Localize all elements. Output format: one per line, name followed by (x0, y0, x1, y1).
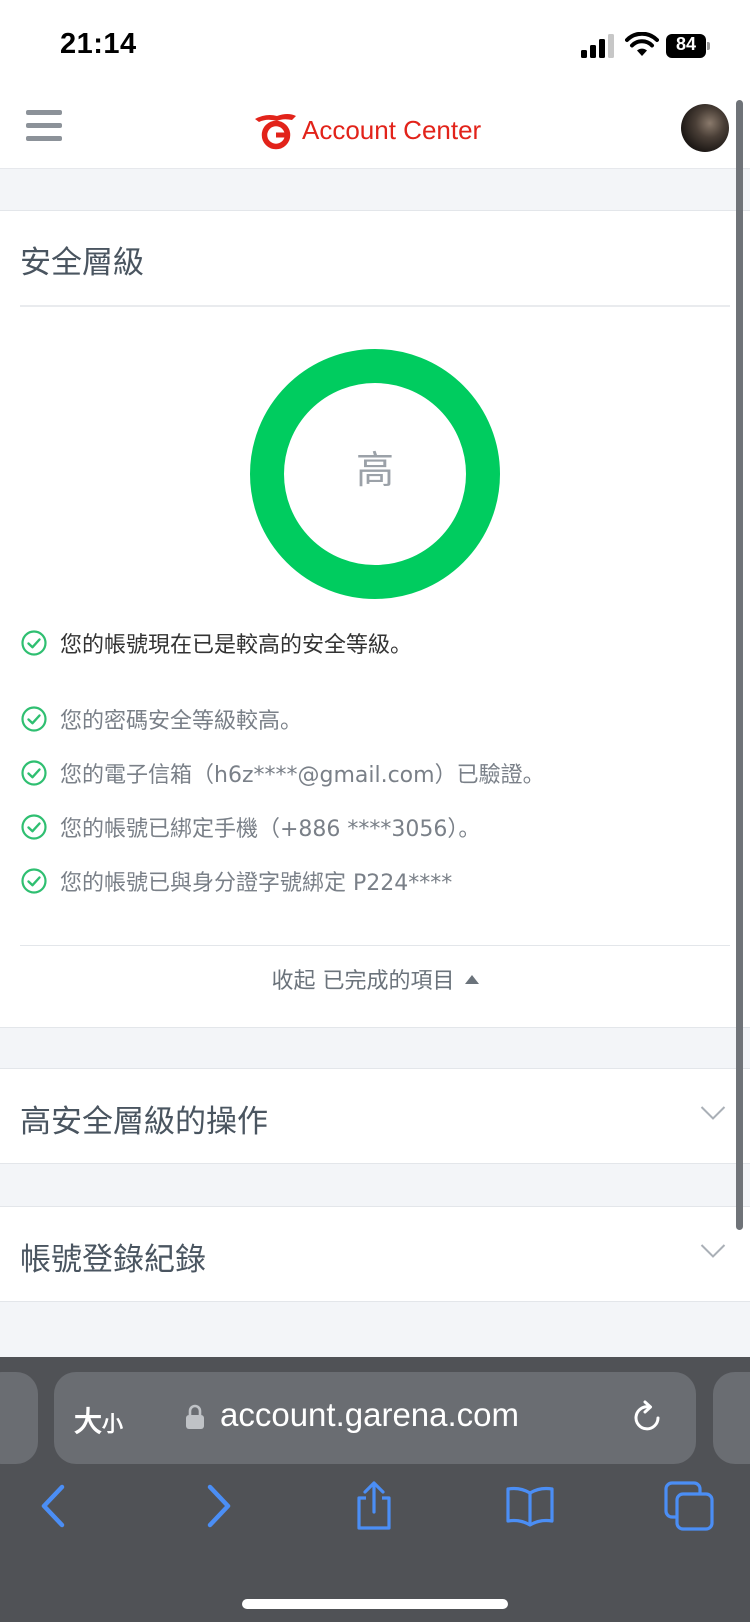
text-size-button[interactable]: 大小 (74, 1400, 123, 1440)
brand[interactable]: Account Center (252, 110, 481, 150)
menu-button[interactable] (26, 110, 62, 144)
security-summary: 您的帳號現在已是較高的安全等級。 (20, 627, 412, 659)
divider (20, 945, 730, 946)
brand-title: Account Center (302, 114, 482, 145)
check-circle-icon (21, 814, 47, 840)
garena-logo-icon (255, 114, 296, 150)
text-size-small: 小 (102, 1412, 124, 1436)
check-item-text: 您的帳號已與身分證字號綁定 P224**** (60, 871, 453, 896)
check-circle-icon (21, 630, 47, 656)
collapse-completed-button[interactable]: 收起 已完成的項目 (0, 963, 750, 995)
check-item-text: 您的電子信箱（h6z****@gmail.com）已驗證。 (60, 763, 545, 788)
check-item: 您的帳號已與身分證字號綁定 P224**** (20, 865, 452, 897)
status-time: 21:14 (60, 28, 137, 60)
address-bar[interactable]: 大小 account.garena.com (54, 1372, 696, 1464)
login-records-section[interactable]: 帳號登錄紀錄 (0, 1206, 750, 1302)
security-summary-text: 您的帳號現在已是較高的安全等級。 (60, 633, 413, 658)
wifi-icon (625, 32, 659, 56)
page-scrollbar[interactable] (736, 100, 743, 1230)
lock-icon (186, 1404, 204, 1429)
security-level-title: 安全層級 (20, 245, 144, 281)
check-circle-icon (21, 706, 47, 732)
text-size-big: 大 (74, 1405, 103, 1438)
divider (20, 305, 730, 307)
chevron-down-icon (700, 1244, 726, 1258)
avatar[interactable] (681, 104, 729, 152)
check-item-text: 您的帳號已綁定手機（+886 ****3056）。 (60, 817, 481, 842)
check-item: 您的帳號已綁定手機（+886 ****3056）。 (20, 811, 480, 843)
check-item: 您的電子信箱（h6z****@gmail.com）已驗證。 (20, 757, 545, 789)
section-title: 高安全層級的操作 (20, 1104, 268, 1140)
url-text: account.garena.com (220, 1396, 520, 1433)
menu-icon (26, 110, 62, 115)
high-security-operations-section[interactable]: 高安全層級的操作 (0, 1068, 750, 1164)
tabs-icon[interactable] (664, 1481, 714, 1531)
check-circle-icon (21, 760, 47, 786)
caret-up-icon (464, 974, 479, 984)
share-icon[interactable] (349, 1481, 399, 1531)
browser-toolbar: 大小 account.garena.com (0, 1357, 750, 1622)
security-level-value: 高 (355, 448, 394, 492)
forward-icon[interactable] (192, 1481, 242, 1531)
reload-icon[interactable] (631, 1400, 667, 1436)
check-item: 您的密碼安全等級較高。 (20, 703, 302, 735)
bookmarks-icon[interactable] (505, 1481, 555, 1531)
check-item-text: 您的密碼安全等級較高。 (60, 709, 303, 734)
next-tab-preview[interactable] (713, 1372, 750, 1464)
collapse-completed-label: 收起 已完成的項目 (271, 969, 455, 994)
section-title: 帳號登錄紀錄 (20, 1242, 206, 1278)
security-level-card: 安全層級 高 您的帳號現在已是較高的安全等級。 您的密碼安全等級較高。 您的電子… (0, 210, 750, 1028)
back-icon[interactable] (30, 1481, 80, 1531)
check-circle-icon (21, 868, 47, 894)
chevron-down-icon (700, 1106, 726, 1120)
home-indicator (242, 1599, 508, 1609)
battery-level: 84 (675, 34, 697, 54)
site-header: Account Center (0, 92, 750, 169)
previous-tab-preview[interactable] (0, 1372, 38, 1464)
status-bar: 21:14 84 (0, 0, 750, 92)
battery-indicator: 84 (666, 34, 710, 58)
signal-icon (581, 34, 614, 58)
